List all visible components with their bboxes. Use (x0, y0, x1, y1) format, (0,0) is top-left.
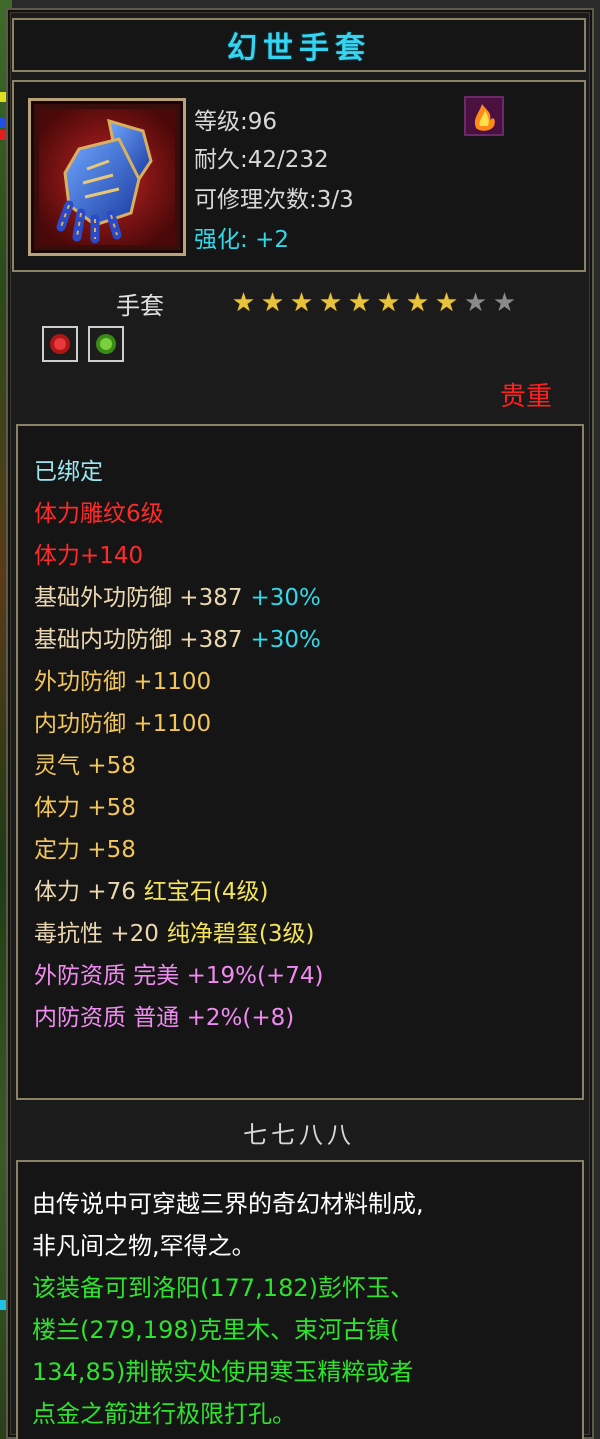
star-icon: ★ (434, 288, 459, 318)
item-repairs: 可修理次数:3/3 (194, 187, 354, 213)
star-icon: ★ (231, 288, 256, 318)
attribute-line: 定力 +58 (34, 830, 136, 864)
attribute-text: 定力 +58 (34, 837, 136, 863)
attribute-line: 体力 +76 红宝石(4级) (34, 872, 268, 906)
attribute-text: 体力雕纹6级 (34, 501, 164, 527)
attribute-text: 基础外功防御 +387 (34, 585, 243, 611)
attribute-line: 毒抗性 +20 纯净碧玺(3级) (34, 914, 314, 948)
item-maker: 七七八八 (243, 1120, 355, 1149)
attribute-extra: +30% (250, 585, 321, 611)
attribute-line: 体力+140 (34, 536, 143, 570)
star-icon: ★ (347, 288, 372, 318)
description-line: 该装备可到洛阳(177,182)彭怀玉、 (32, 1274, 414, 1302)
star-icon: ★ (463, 288, 488, 318)
attribute-text: 已绑定 (34, 459, 103, 485)
item-level: 等级:96 (194, 109, 278, 135)
attribute-extra: 红宝石(4级) (143, 879, 269, 905)
star-icon: ★ (260, 288, 285, 318)
item-summary: 手套 ★ ★ ★ ★ ★ ★ ★ ★ ★ ★ 贵重 (12, 278, 586, 418)
attribute-text: 外功防御 +1100 (34, 669, 212, 695)
attribute-line: 基础外功防御 +387 +30% (34, 578, 321, 612)
enhance-label: 强化: (194, 227, 248, 253)
attribute-text: 体力 +76 (34, 879, 136, 905)
attribute-line: 外功防御 +1100 (34, 662, 211, 696)
description-line: 非凡间之物,罕得之。 (32, 1232, 256, 1260)
item-enhance: 强化: +2 (194, 220, 289, 254)
star-icon: ★ (289, 288, 314, 318)
attribute-extra: 纯净碧玺(3级) (166, 921, 315, 947)
gem-slot-red-icon[interactable] (42, 326, 78, 362)
attribute-text: 外防资质 完美 +19%(+74) (34, 963, 324, 989)
star-icon: ★ (376, 288, 401, 318)
attribute-line: 灵气 +58 (34, 746, 136, 780)
attribute-line: 体力雕纹6级 (34, 494, 164, 528)
description-line: 134,85)荆嵌实处使用寒玉精粹或者 (32, 1358, 414, 1386)
star-rating: ★ ★ ★ ★ ★ ★ ★ ★ ★ ★ (230, 290, 518, 316)
gem-slot-green-icon[interactable] (88, 326, 124, 362)
attribute-text: 体力 +58 (34, 795, 136, 821)
attribute-line: 内防资质 普通 +2%(+8) (34, 998, 294, 1032)
star-icon: ★ (492, 288, 517, 318)
enhance-value: +2 (255, 227, 289, 253)
description-line: 楼兰(279,198)克里木、束河古镇( (32, 1316, 400, 1344)
gauntlet-icon (28, 98, 186, 256)
attribute-line: 内功防御 +1100 (34, 704, 211, 738)
description-line: 由传说中可穿越三界的奇幻材料制成, (32, 1190, 424, 1218)
item-type: 手套 (116, 292, 164, 320)
star-icon: ★ (318, 288, 343, 318)
attribute-line: 外防资质 完美 +19%(+74) (34, 956, 324, 990)
item-quality: 贵重 (499, 382, 552, 412)
attribute-extra: +30% (250, 627, 321, 653)
attribute-list: 已绑定 体力雕纹6级 体力+140 基础外功防御 +387 +30% 基础内功防御 +38… (16, 424, 584, 1100)
item-durability: 耐久:42/232 (194, 147, 329, 173)
attribute-text: 体力+140 (34, 543, 144, 569)
flame-skill-icon (464, 96, 504, 136)
attribute-line: 基础内功防御 +387 +30% (34, 620, 321, 654)
attribute-text: 基础内功防御 +387 (34, 627, 243, 653)
attribute-text: 内功防御 +1100 (34, 711, 212, 737)
item-header: 等级:96 耐久:42/232 可修理次数:3/3 强化: +2 (12, 80, 586, 272)
attribute-text: 毒抗性 +20 (34, 921, 159, 947)
attribute-text: 灵气 +58 (34, 753, 136, 779)
attribute-line: 体力 +58 (34, 788, 136, 822)
item-name: 幻世手套 (12, 18, 586, 72)
attribute-text: 内防资质 普通 +2%(+8) (34, 1005, 295, 1031)
attribute-line: 已绑定 (34, 452, 103, 486)
item-description: 由传说中可穿越三界的奇幻材料制成, 非凡间之物,罕得之。该装备可到洛阳(177,1… (16, 1160, 584, 1439)
description-line: 点金之箭进行极限打孔。 (32, 1400, 296, 1428)
star-icon: ★ (405, 288, 430, 318)
